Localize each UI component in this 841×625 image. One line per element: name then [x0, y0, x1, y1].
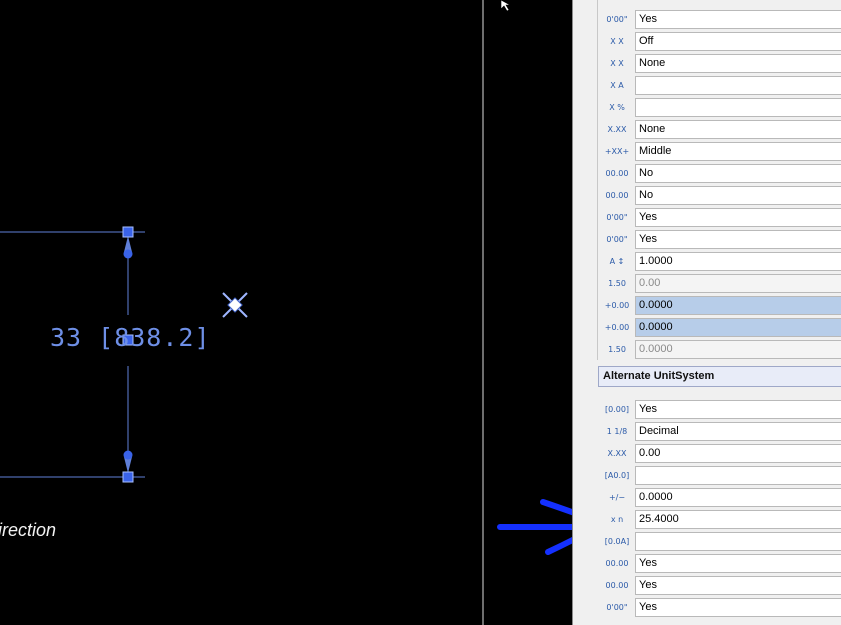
property-icon: [0.0A]	[604, 537, 630, 546]
property-value-field[interactable]: 0.0000	[635, 296, 841, 315]
property-value-field[interactable]	[635, 98, 841, 117]
property-icon: X.XX	[607, 449, 627, 458]
property-icon: [0.00]	[604, 405, 630, 414]
property-icon: 0'00"	[606, 603, 628, 612]
property-value-field[interactable]: 0.0000	[635, 340, 841, 359]
dimension-geometry	[0, 0, 572, 625]
property-value-field[interactable]: Middle	[635, 142, 841, 161]
property-icon: X %	[609, 103, 625, 112]
grip-circle-bottom	[123, 450, 133, 460]
property-value-field[interactable]	[635, 76, 841, 95]
property-icon: +0.00	[604, 323, 630, 332]
dimension-text[interactable]: 33 [838.2]	[50, 323, 211, 352]
direction-label: irection	[0, 520, 57, 540]
property-icon: 1 1/8	[606, 427, 628, 436]
property-value-field[interactable]: Decimal	[635, 422, 841, 441]
annotation-arrow	[497, 499, 572, 555]
property-value-field[interactable]: Off	[635, 32, 841, 51]
property-icon: 1.50	[608, 279, 626, 288]
property-value-field[interactable]: 0.0000	[635, 488, 841, 507]
property-icon: X X	[610, 59, 624, 68]
property-value-field[interactable]: Yes	[635, 400, 841, 419]
property-value-field[interactable]: Yes	[635, 10, 841, 29]
property-value-field[interactable]: None	[635, 54, 841, 73]
property-icon: X.XX	[607, 125, 627, 134]
property-value-field[interactable]: Yes	[635, 554, 841, 573]
panel-group-line	[597, 0, 598, 360]
property-value-field[interactable]: No	[635, 186, 841, 205]
drawing-canvas[interactable]: 33 [838.2] irection	[0, 0, 572, 625]
grip-circle-top	[123, 249, 133, 259]
property-value-field[interactable]: 0.00	[635, 444, 841, 463]
property-value-field[interactable]: None	[635, 120, 841, 139]
mouse-cursor-icon	[500, 0, 512, 12]
property-icon: +XX+	[604, 147, 630, 156]
property-value-field[interactable]	[635, 466, 841, 485]
property-value-field[interactable]: Yes	[635, 598, 841, 617]
grip-top	[122, 226, 134, 238]
property-value-field[interactable]: 0.00	[635, 274, 841, 293]
grip-bottom	[122, 471, 134, 483]
property-icon: 00.00	[605, 559, 629, 568]
property-icon: X A	[610, 81, 624, 90]
property-icon: +0.00	[604, 301, 630, 310]
property-icon: 0'00"	[606, 235, 628, 244]
property-icon: 00.00	[605, 191, 629, 200]
property-icon: +/−	[608, 493, 626, 502]
property-icon: X X	[610, 37, 624, 46]
property-icon: 1.50	[608, 345, 626, 354]
property-icon: [A0.0]	[604, 471, 630, 480]
property-icon: 00.00	[605, 169, 629, 178]
move-grip-icon[interactable]	[220, 290, 250, 320]
section-alternate-unitsystem[interactable]: Alternate UnitSystem	[598, 366, 841, 387]
property-icon: 00.00	[605, 581, 629, 590]
property-value-field[interactable]: Yes	[635, 208, 841, 227]
property-icon: x n	[610, 515, 624, 524]
property-value-field[interactable]: 0.0000	[635, 318, 841, 337]
property-icon: 0'00"	[606, 15, 628, 24]
property-value-field[interactable]: Yes	[635, 230, 841, 249]
property-value-field[interactable]: 25.4000	[635, 510, 841, 529]
property-value-field[interactable]: Yes	[635, 576, 841, 595]
property-value-field[interactable]	[635, 532, 841, 551]
property-icon: 0'00"	[606, 213, 628, 222]
property-icon: A ↕	[609, 257, 625, 266]
property-value-field[interactable]: No	[635, 164, 841, 183]
property-value-field[interactable]: 1.0000	[635, 252, 841, 271]
